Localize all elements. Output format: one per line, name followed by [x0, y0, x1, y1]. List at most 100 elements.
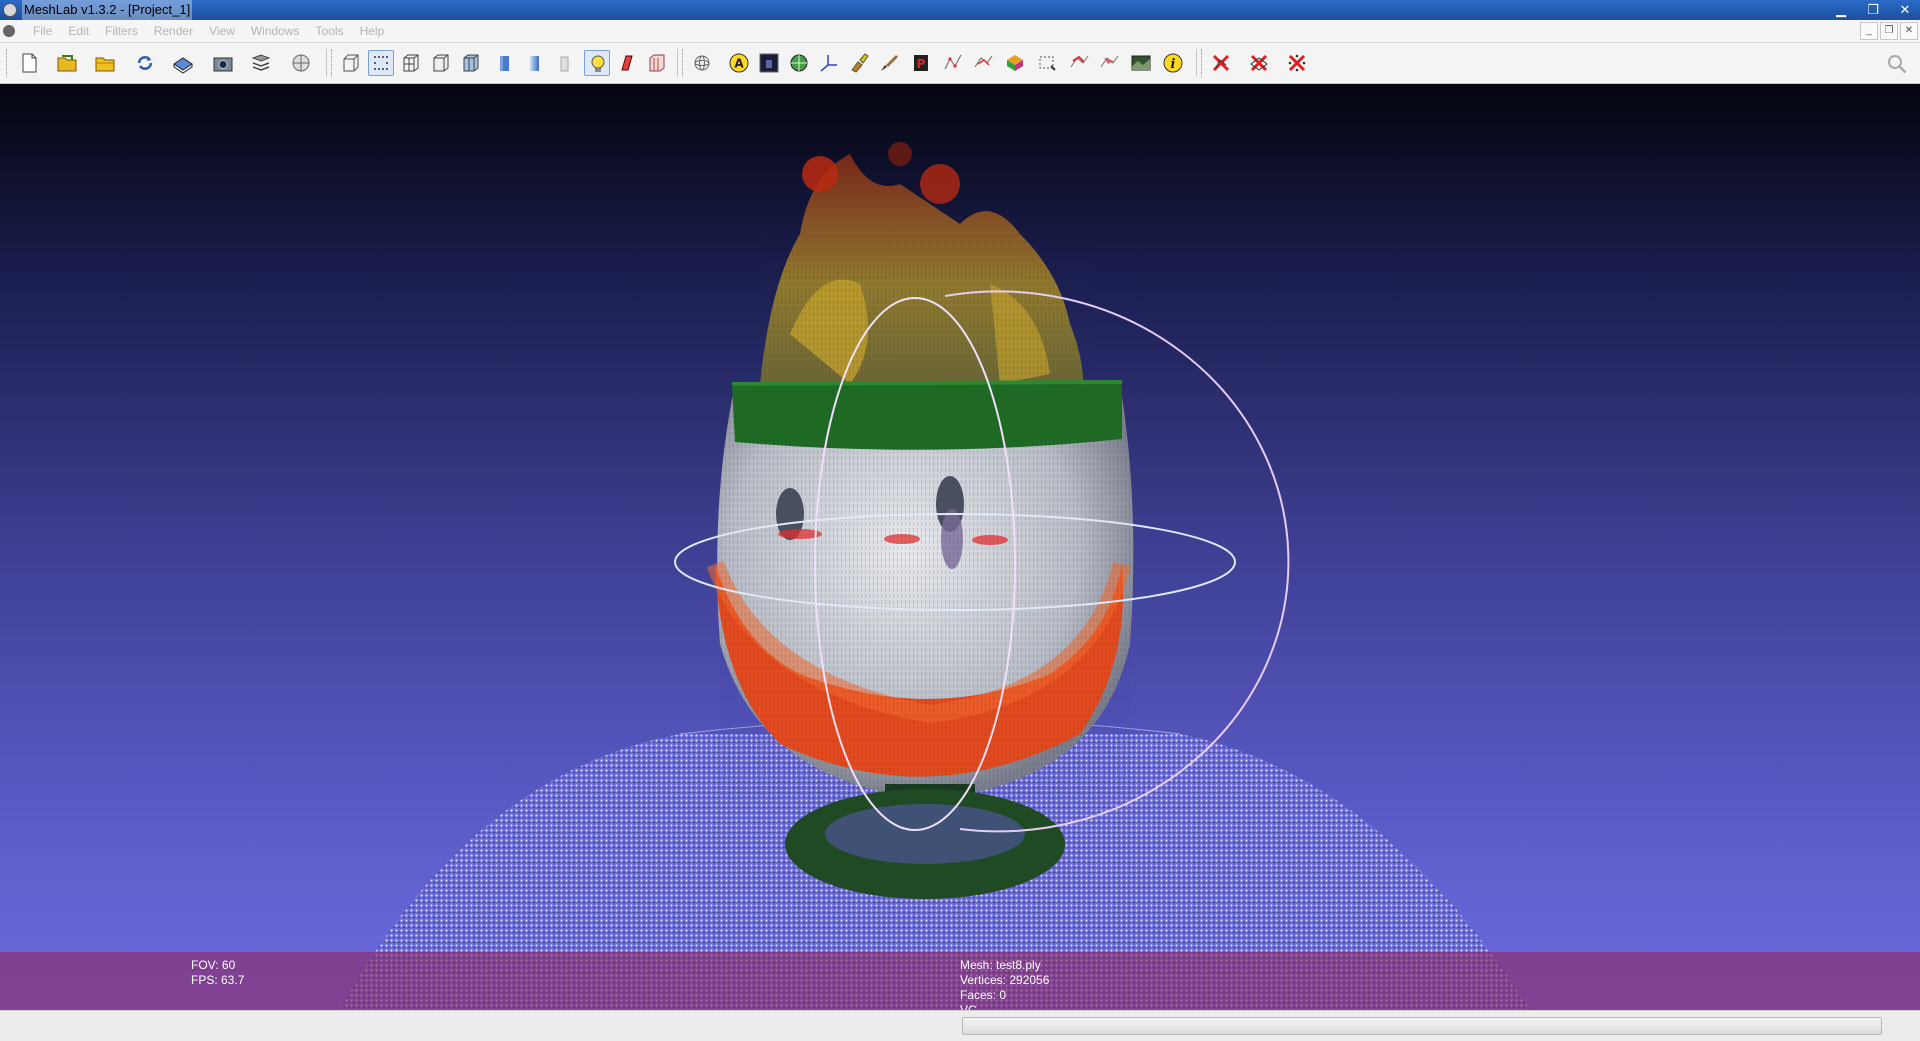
search-icon[interactable] — [1886, 53, 1908, 75]
color-balance-icon — [759, 53, 779, 73]
open-project-icon — [57, 55, 77, 72]
raster-align-button[interactable] — [1128, 50, 1154, 76]
toolbar-grip[interactable] — [682, 49, 686, 77]
info-button[interactable]: i — [1160, 50, 1186, 76]
pick-points-button[interactable]: P — [908, 50, 934, 76]
snapshot-button[interactable] — [210, 50, 236, 76]
close-button[interactable]: ✕ — [1896, 0, 1914, 20]
layers-button[interactable] — [248, 50, 274, 76]
info-icon: i — [1163, 53, 1183, 73]
select-connected-button[interactable] — [970, 50, 996, 76]
bbox-button[interactable] — [338, 50, 364, 76]
window-title: MeshLab v1.3.2 - [Project_1] — [22, 0, 193, 20]
toolbar-grip[interactable] — [331, 49, 335, 77]
double-side-light-button[interactable] — [614, 50, 640, 76]
minimize-button[interactable]: ▁ — [1832, 0, 1850, 20]
annotation-button[interactable]: A — [726, 50, 752, 76]
menu-filters[interactable]: Filters — [97, 20, 146, 42]
toolbar-separator — [677, 49, 678, 77]
paint-button[interactable] — [846, 50, 872, 76]
faces-label: Faces: 0 — [960, 988, 1007, 1002]
fps-label: FPS: 63.7 — [191, 973, 245, 987]
points-icon — [374, 56, 388, 70]
raster-icon — [292, 54, 310, 72]
pick-points-icon: P — [914, 55, 928, 71]
doc-close-button[interactable]: ✕ — [1900, 22, 1918, 40]
menu-render[interactable]: Render — [146, 20, 201, 42]
reload-icon — [137, 56, 153, 70]
menu-help[interactable]: Help — [352, 20, 393, 42]
toolbar-grip[interactable] — [6, 49, 10, 77]
delete-vertices-icon — [1212, 54, 1230, 72]
select-area-icon — [1039, 56, 1056, 71]
raster-align-icon — [1131, 55, 1151, 71]
3d-viewport[interactable]: FOV: 60 FPS: 63.7 Mesh: test8.ply Vertic… — [0, 84, 1920, 1010]
points-button[interactable] — [368, 50, 394, 76]
new-project-icon — [22, 53, 37, 73]
svg-text:P: P — [917, 57, 926, 71]
svg-text:i: i — [1171, 57, 1176, 72]
double-side-light-icon — [621, 55, 633, 71]
texture-button[interactable] — [552, 50, 578, 76]
toolbar: A P i — [0, 43, 1920, 84]
raster-button[interactable] — [288, 50, 314, 76]
flat-button[interactable] — [492, 50, 518, 76]
open-mesh-icon — [95, 57, 115, 72]
document-menu-icon[interactable] — [3, 25, 15, 37]
open-mesh-button[interactable] — [92, 50, 118, 76]
sphere-button[interactable] — [786, 50, 812, 76]
title-bar: MeshLab v1.3.2 - [Project_1] ▁ ❐ ✕ — [0, 0, 1920, 20]
select-area-button[interactable] — [1034, 50, 1060, 76]
delete-faces-button[interactable] — [1246, 50, 1272, 76]
fancy-light-button[interactable] — [644, 50, 670, 76]
delete-faces-icon — [1250, 54, 1268, 72]
edit-faces-icon — [1100, 55, 1119, 68]
meshlab-app-icon[interactable] — [3, 3, 17, 17]
window-controls: ▁ ❐ ✕ — [1832, 0, 1914, 20]
restore-button[interactable]: ❐ — [1864, 0, 1882, 20]
menu-windows[interactable]: Windows — [243, 20, 308, 42]
wireframe-button[interactable] — [398, 50, 424, 76]
doc-restore-button[interactable]: ❐ — [1880, 22, 1898, 40]
toolbar-grip[interactable] — [1201, 49, 1205, 77]
pot-point-cloud — [706, 380, 1134, 799]
color-balance-button[interactable] — [756, 50, 782, 76]
delete-vertices-button[interactable] — [1208, 50, 1234, 76]
doc-minimize-button[interactable]: _ — [1860, 22, 1878, 40]
axis-button[interactable] — [816, 50, 842, 76]
open-project-button[interactable] — [54, 50, 80, 76]
annotation-icon: A — [729, 53, 749, 73]
flat-lines-button[interactable] — [458, 50, 484, 76]
trackball-button[interactable] — [689, 50, 715, 76]
vertex-color-label: VC — [960, 1003, 977, 1010]
flat-lines-icon — [463, 54, 479, 72]
smooth-icon — [530, 56, 539, 71]
delete-selection-button[interactable] — [1284, 50, 1310, 76]
menu-tools[interactable]: Tools — [308, 20, 352, 42]
hair-point-cloud — [760, 142, 1090, 414]
light-button[interactable] — [584, 50, 610, 76]
select-faces-button[interactable] — [1002, 50, 1028, 76]
progress-bar — [962, 1017, 1882, 1035]
save-button[interactable] — [170, 50, 196, 76]
smooth-button[interactable] — [522, 50, 548, 76]
menu-file[interactable]: File — [25, 20, 60, 42]
menu-view[interactable]: View — [201, 20, 243, 42]
menu-edit[interactable]: Edit — [60, 20, 97, 42]
new-project-button[interactable] — [16, 50, 42, 76]
cut-button[interactable] — [1066, 50, 1092, 76]
layers-icon — [251, 54, 271, 71]
svg-text:A: A — [734, 57, 744, 71]
brush-button[interactable] — [876, 50, 902, 76]
document-window-controls: _ ❐ ✕ — [1860, 22, 1918, 40]
axis-icon — [820, 55, 837, 72]
reload-button[interactable] — [132, 50, 158, 76]
toolbar-separator — [326, 49, 327, 77]
save-icon — [173, 57, 193, 74]
hidden-lines-button[interactable] — [428, 50, 454, 76]
mesh-info: Mesh: test8.ply Vertices: 292056 Faces: … — [960, 958, 1049, 1010]
edit-faces-button[interactable] — [1096, 50, 1122, 76]
flat-icon — [500, 56, 509, 71]
sphere-icon — [790, 54, 808, 72]
select-vertices-button[interactable] — [940, 50, 966, 76]
